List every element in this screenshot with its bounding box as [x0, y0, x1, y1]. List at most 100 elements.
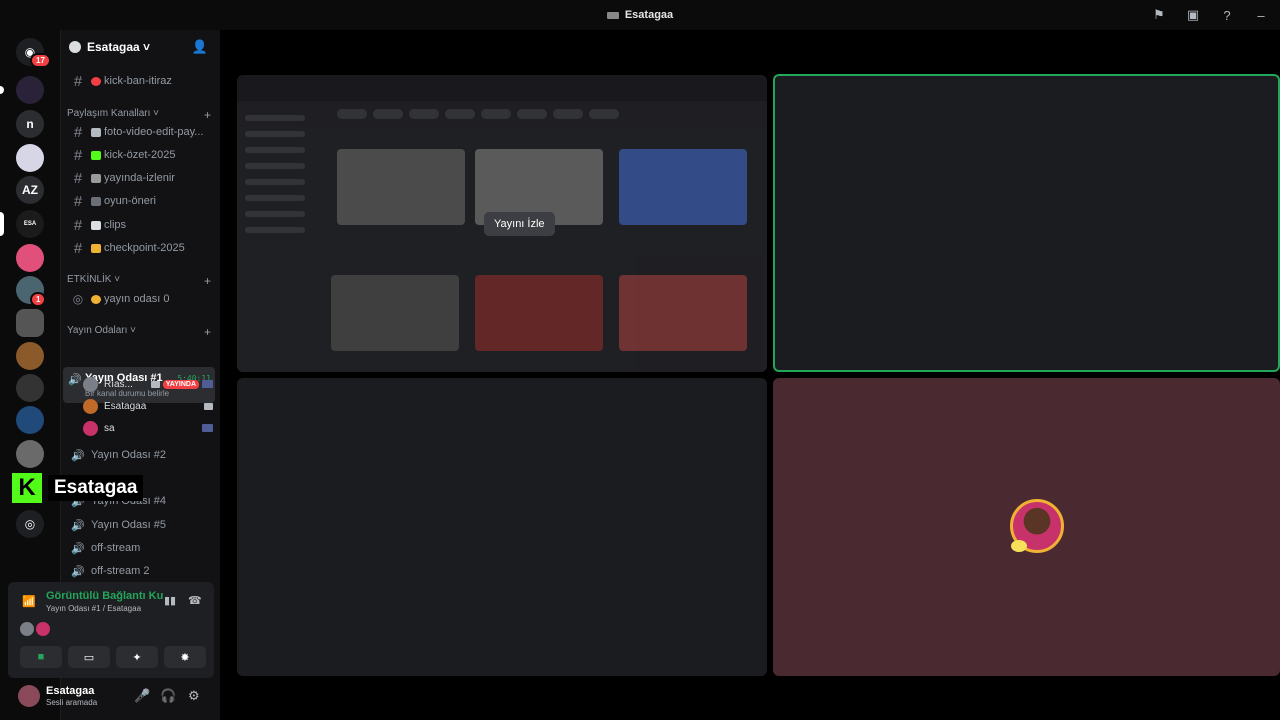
discover-icon[interactable]: ◎ — [16, 510, 44, 538]
settings-gear-icon[interactable]: ⚙ — [188, 688, 200, 704]
server-icon-n[interactable]: n — [16, 110, 44, 138]
add-channel-icon[interactable]: + — [204, 325, 211, 339]
avatar — [83, 420, 98, 436]
headphones-icon[interactable]: 🎧 — [160, 688, 176, 704]
hash-icon: # — [73, 192, 83, 210]
server-icon-2[interactable]: 1 — [16, 276, 47, 307]
kick-logo-icon: K — [12, 473, 42, 503]
hash-icon: # — [73, 123, 83, 141]
hash-icon: # — [73, 239, 83, 257]
avatar — [36, 622, 50, 636]
channel-kick-ban-itiraz[interactable]: # kick-ban-itiraz — [65, 70, 215, 92]
channel-share-0[interactable]: # foto-video-edit-pay... — [65, 121, 215, 143]
connection-channel[interactable]: Yayın Odası #1 / Esatagaa — [46, 604, 141, 613]
category-label: ETKİNLİK — [67, 274, 112, 285]
signal-icon[interactable]: 📶 — [22, 595, 36, 608]
category-event[interactable]: ETKİNLİK ˅ + — [67, 274, 217, 288]
server-icon-6[interactable] — [16, 440, 44, 468]
server-icon-az[interactable]: AZ — [16, 176, 44, 204]
noise-suppression-icon[interactable]: ▮▮ — [164, 594, 176, 607]
add-member-icon[interactable]: 👤 — [192, 39, 208, 55]
camera-tile[interactable] — [237, 378, 767, 676]
channel-label: clips — [104, 219, 127, 231]
user-status: Sesli aramada — [46, 698, 98, 707]
participant-tile[interactable] — [773, 378, 1280, 676]
screen-share-button[interactable]: ▭ — [68, 646, 110, 668]
voice-member-1[interactable]: Esatagaa — [83, 397, 213, 415]
stage-icon: ◎ — [72, 292, 84, 306]
server-icon-pink[interactable] — [16, 244, 44, 272]
voice-channel-5[interactable]: 🔊 Yayın Odası #5 — [65, 514, 215, 536]
unread-pill — [0, 86, 4, 94]
channel-event-0[interactable]: ◎ yayın odası 0 — [65, 288, 215, 310]
title-bar: Esatagaa ⚑ ▣ ? – — [0, 0, 1280, 30]
voice-channel-off-stream[interactable]: 🔊 off-stream — [65, 537, 215, 559]
hash-icon: # — [73, 146, 83, 164]
connection-status[interactable]: Görüntülü Bağlantı Ku — [46, 590, 163, 602]
channel-label: yayında-izlenir — [104, 172, 175, 184]
server-letter-n: n — [26, 117, 34, 131]
user-avatar[interactable] — [18, 685, 40, 707]
channel-label: foto-video-edit-pay... — [104, 126, 204, 138]
inbox-icon[interactable]: ▣ — [1184, 6, 1202, 24]
server-icon-3[interactable] — [16, 309, 44, 337]
category-label: Yayın Odaları — [67, 325, 128, 336]
flag-emoji-icon — [91, 243, 101, 253]
user-name[interactable]: Esatagaa — [46, 685, 94, 697]
voice-member-0[interactable]: Rıas... YAYINDA — [83, 375, 213, 393]
help-icon[interactable]: ? — [1218, 6, 1236, 24]
activities-button[interactable]: ✦ — [116, 646, 158, 668]
avatar-decoration-icon — [1011, 540, 1027, 552]
watch-stream-button[interactable]: Yayını İzle — [484, 212, 555, 236]
voice-channel-off-stream-2[interactable]: 🔊 off-stream 2 — [65, 560, 215, 582]
server-icon-5[interactable] — [16, 406, 44, 434]
server-icon-tiger[interactable] — [16, 342, 44, 370]
server-icon-esatagaa[interactable]: ESA — [16, 210, 44, 238]
home-badge: 17 — [30, 53, 51, 68]
discord-home-icon[interactable]: ◉ 17 — [16, 38, 51, 68]
guild-icon — [69, 41, 81, 53]
member-name: Esatagaa — [104, 400, 147, 412]
camera-tile-speaking[interactable] — [773, 74, 1280, 372]
category-share[interactable]: Paylaşım Kanalları ˅ + — [67, 108, 217, 122]
stream-overlay-label: K Esatagaa — [12, 470, 144, 506]
gamepad-emoji-icon — [91, 196, 101, 206]
minimize-icon[interactable]: – — [1252, 6, 1270, 24]
soundboard-button[interactable]: ✸ — [164, 646, 206, 668]
channel-share-4[interactable]: # clips — [65, 214, 215, 236]
live-badge: YAYINDA — [162, 379, 199, 389]
disconnect-icon[interactable]: ☎ — [188, 594, 202, 607]
voice-connection-panel: 📶 Görüntülü Bağlantı Ku Yayın Odası #1 /… — [8, 582, 214, 678]
member-name: sa — [104, 422, 115, 434]
channel-label: Yayın Odası #5 — [91, 519, 167, 531]
flag-icon[interactable]: ⚑ — [1150, 6, 1168, 24]
server-icon-4[interactable] — [16, 374, 44, 402]
channel-label: off-stream — [91, 542, 141, 554]
camera-button[interactable]: ■ — [20, 646, 62, 668]
category-voice[interactable]: Yayın Odaları ˅ + — [67, 325, 217, 339]
connected-avatars — [20, 622, 50, 636]
server-icon-anime[interactable] — [16, 144, 44, 172]
camera-icon — [204, 402, 213, 410]
channel-share-1[interactable]: # kick-özet-2025 — [65, 144, 215, 166]
member-name: Rıas... — [104, 378, 133, 390]
add-channel-icon[interactable]: + — [204, 108, 211, 122]
channel-share-5[interactable]: # checkpoint-2025 — [65, 237, 215, 259]
voice-channel-2[interactable]: 🔊 Yayın Odası #2 — [65, 444, 215, 466]
guild-header[interactable]: Esatagaa ˅ 👤 — [61, 30, 220, 64]
participant-avatar — [1010, 499, 1064, 553]
overlay-name: Esatagaa — [48, 475, 144, 501]
voice-member-2[interactable]: sa — [83, 419, 213, 437]
stream-preview-icon — [202, 424, 213, 432]
active-pill — [0, 212, 4, 236]
avatar — [83, 398, 98, 414]
channel-share-2[interactable]: # yayında-izlenir — [65, 167, 215, 189]
server-icon-1[interactable] — [16, 76, 44, 104]
stream-tile[interactable]: Yayını İzle — [237, 75, 767, 372]
add-channel-icon[interactable]: + — [204, 274, 211, 288]
microphone-icon[interactable]: 🎤 — [134, 688, 150, 704]
window-title: Esatagaa — [0, 9, 1280, 21]
channel-label: yayın odası 0 — [104, 293, 170, 305]
clapper-emoji-icon — [91, 173, 101, 183]
channel-share-3[interactable]: # oyun-öneri — [65, 190, 215, 212]
